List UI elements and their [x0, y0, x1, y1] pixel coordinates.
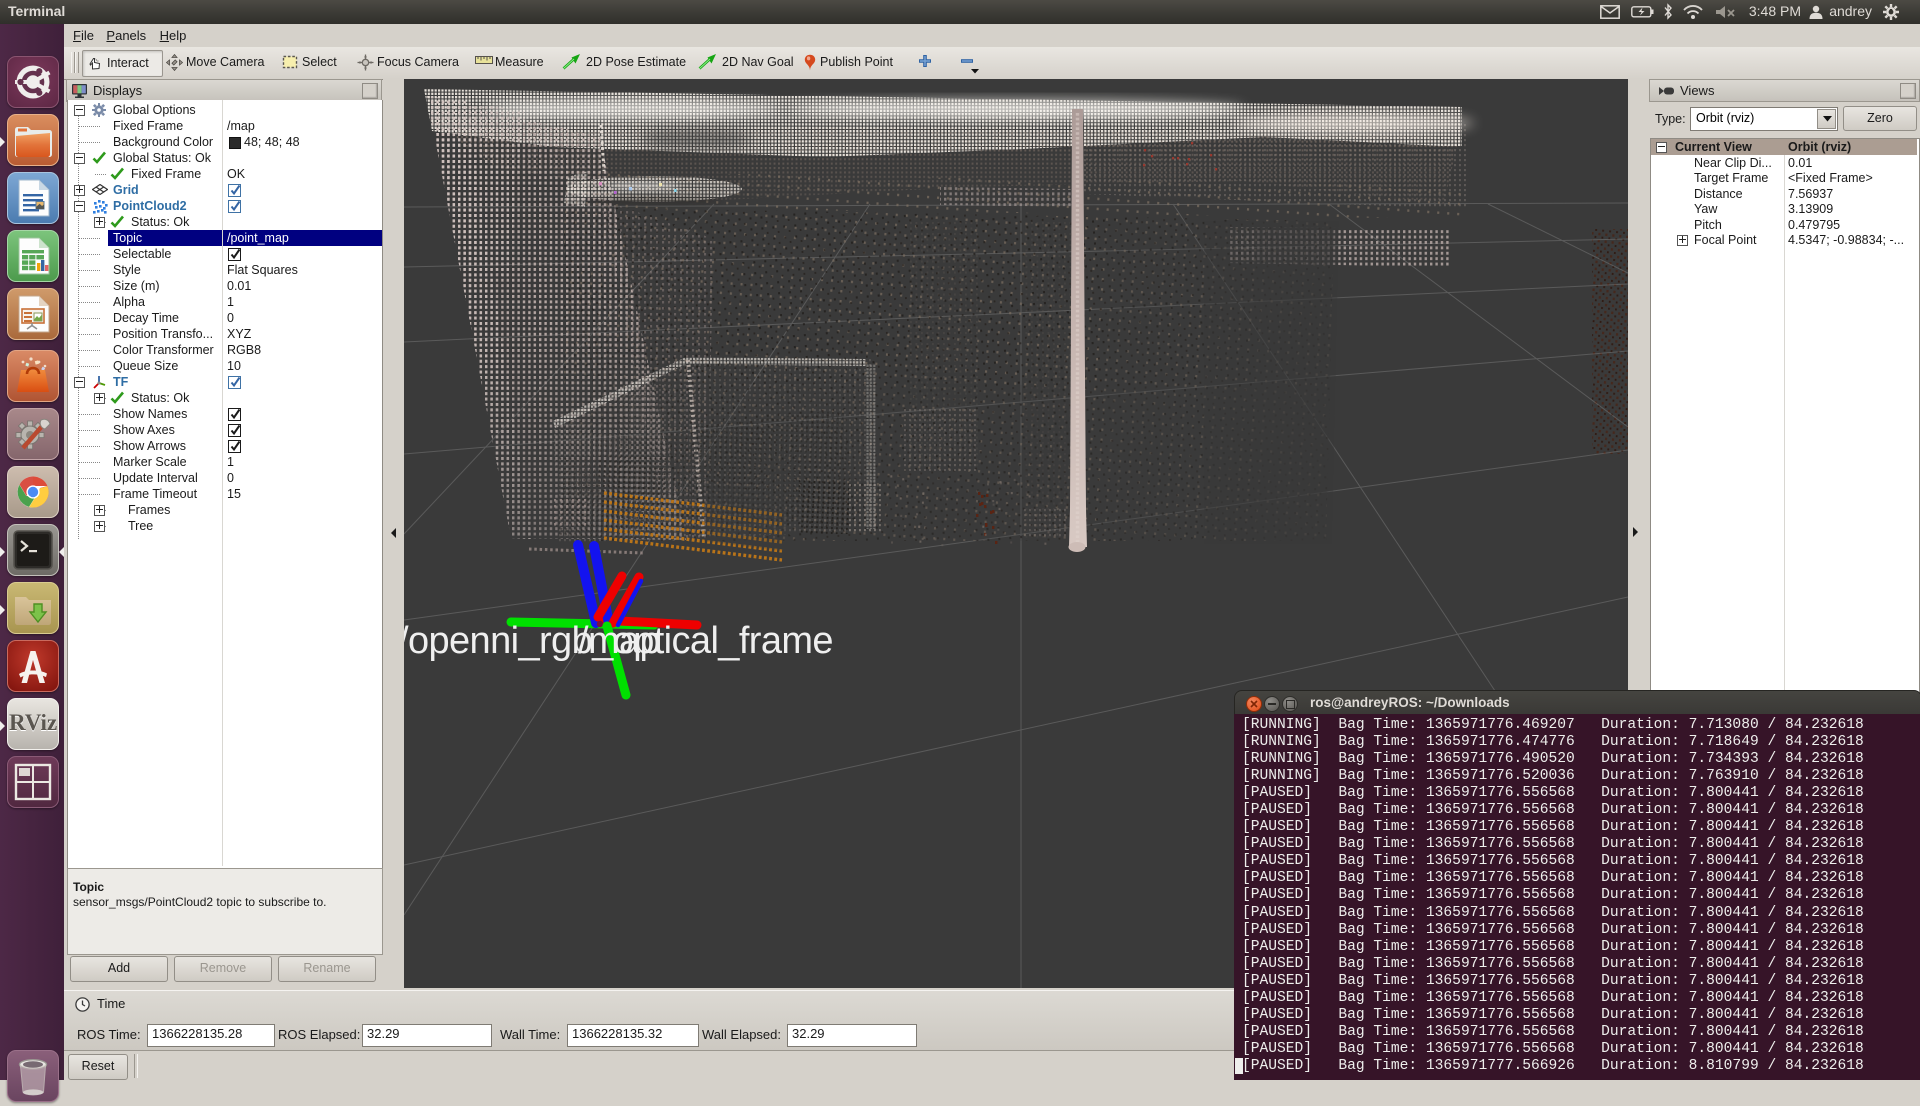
svg-text:/map: /map: [578, 620, 660, 662]
